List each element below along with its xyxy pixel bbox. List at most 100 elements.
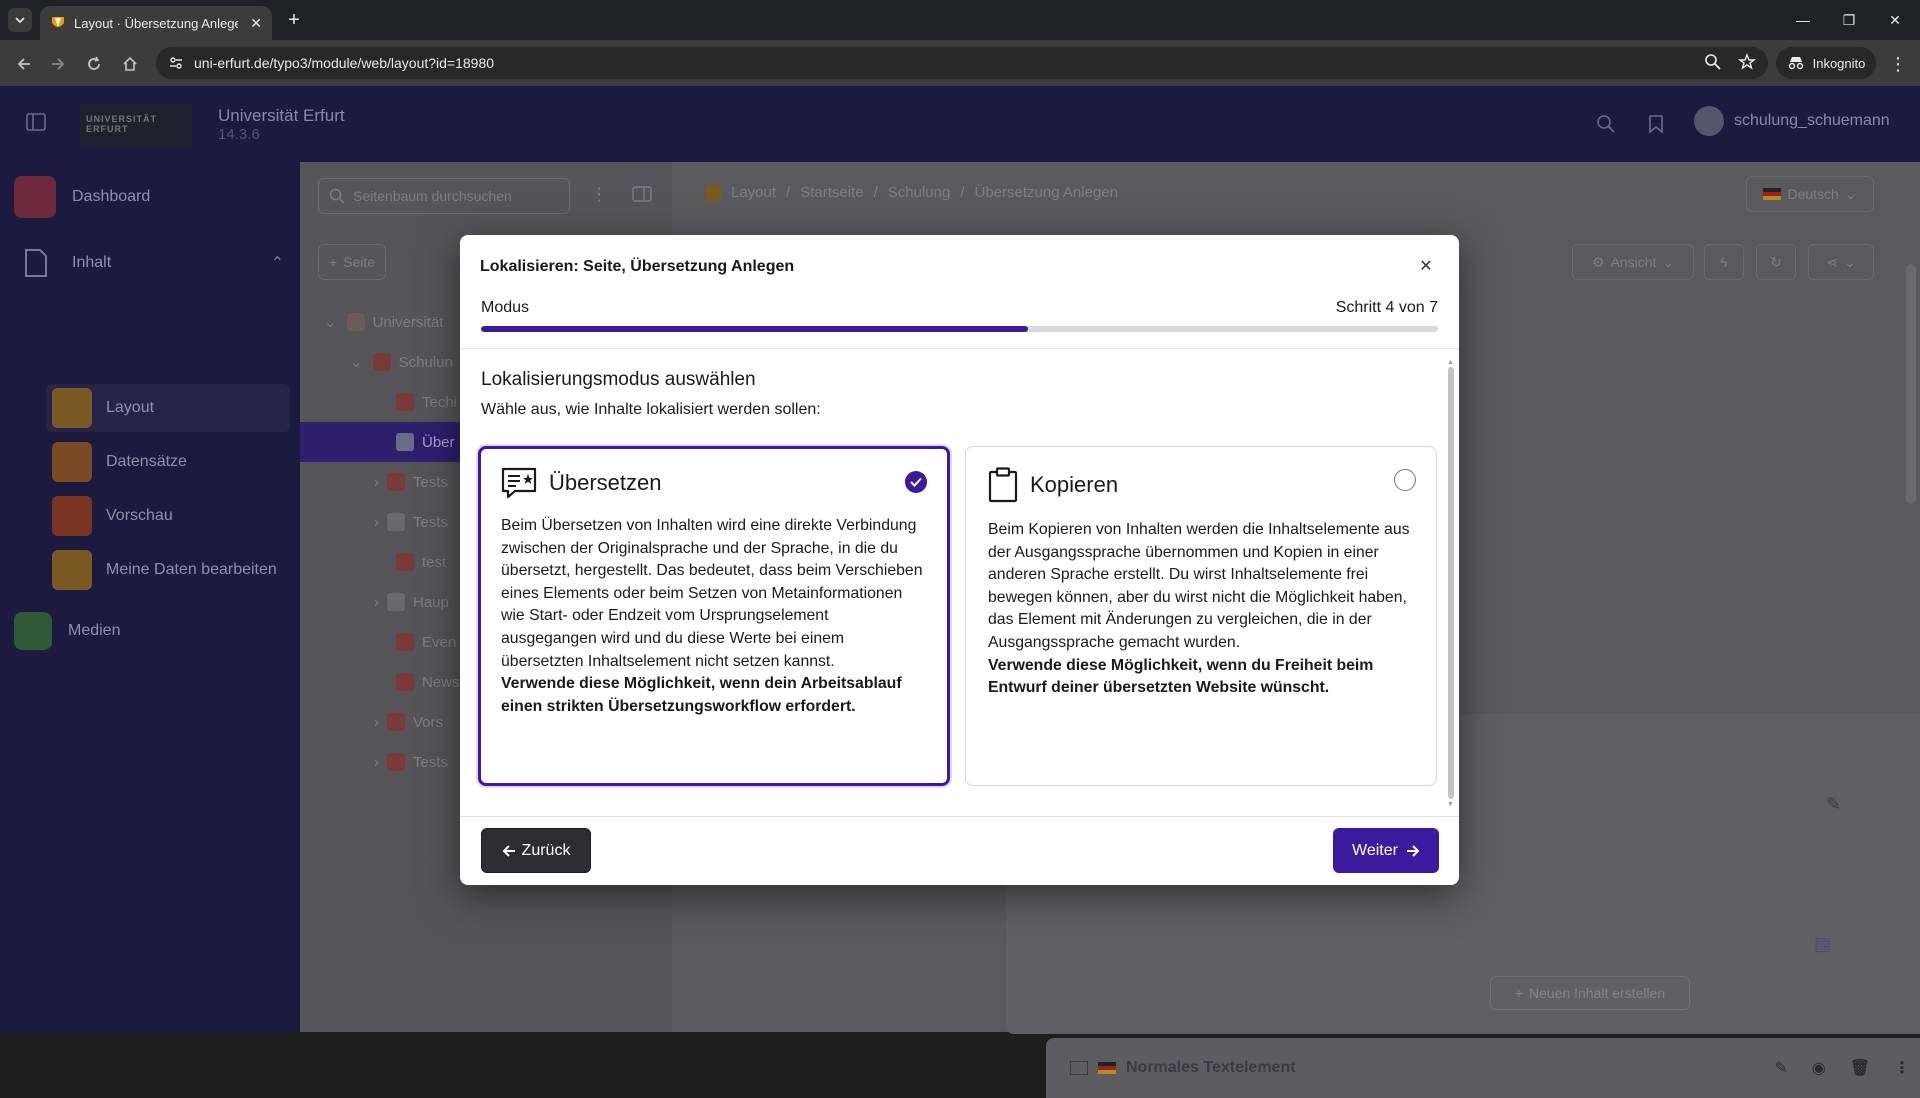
language-selector[interactable]: Deutsch ⌄	[1746, 176, 1874, 212]
breadcrumb-separator: /	[873, 184, 878, 201]
reload-icon[interactable]	[80, 50, 108, 78]
folder-icon	[387, 593, 405, 611]
new-content-label: Neuen Inhalt erstellen	[1528, 985, 1666, 1001]
edit-column-icon[interactable]: ▤	[1814, 934, 1831, 955]
clear-cache-button[interactable]: ϟ	[1704, 244, 1744, 280]
typo3-version: 14.3.6	[218, 126, 260, 143]
chevron-right-icon: ›	[374, 473, 379, 491]
back-button[interactable]: Zurück	[481, 828, 591, 873]
german-flag-icon	[1763, 188, 1782, 200]
modal-header: Lokalisieren: Seite, Übersetzung Anlegen…	[460, 235, 1459, 300]
bookmark-star-icon[interactable]	[1738, 53, 1756, 71]
page-icon	[396, 633, 414, 651]
chevron-down-icon: ⌄	[1662, 253, 1675, 270]
new-tab-button[interactable]: +	[282, 8, 306, 32]
option-title: Kopieren	[1030, 472, 1119, 497]
option-title: Übersetzen	[549, 470, 662, 495]
close-icon[interactable]: ✕	[1415, 255, 1437, 277]
minimize-button[interactable]: —	[1780, 0, 1826, 40]
page-scrollbar[interactable]	[1906, 264, 1916, 504]
tree-item-label: Schulun	[398, 353, 453, 371]
browser-menu-icon[interactable]: ⋮	[1886, 50, 1910, 78]
module-layout[interactable]: Layout	[46, 384, 290, 432]
forward-arrow-icon[interactable]	[44, 50, 72, 78]
chevron-right-icon: ›	[374, 593, 379, 611]
tab-search-button[interactable]	[8, 8, 32, 32]
module-label: Datensätze	[106, 453, 187, 470]
university-logo[interactable]: UNIVERSITÄT ERFURT	[80, 104, 192, 146]
user-settings-icon	[52, 550, 92, 590]
incognito-indicator[interactable]: Inkognito	[1776, 47, 1876, 79]
logo-text: UNIVERSITÄT ERFURT	[86, 114, 158, 134]
bookmark-icon[interactable]	[1642, 110, 1670, 138]
avatar	[1694, 106, 1724, 136]
tree-search-input[interactable]: Seitenbaum durchsuchen	[318, 178, 570, 214]
tab-close-icon[interactable]: ✕	[250, 15, 262, 32]
module-meine-daten[interactable]: Meine Daten bearbeiten	[46, 546, 290, 594]
breadcrumb-item[interactable]: Übersetzung Anlegen	[975, 184, 1118, 201]
module-label: Layout	[106, 399, 155, 416]
module-datensaetze[interactable]: Datensätze	[46, 438, 290, 486]
radio-selected[interactable]	[905, 471, 927, 493]
module-medien[interactable]: Medien	[14, 612, 120, 650]
tree-collapse-icon[interactable]	[632, 186, 652, 202]
breadcrumb-item[interactable]: Startseite	[800, 184, 863, 201]
tree-item-label: News	[422, 673, 460, 691]
arrow-left-icon	[502, 844, 515, 857]
modal-title: Lokalisieren: Seite, Übersetzung Anlegen	[480, 258, 795, 275]
checkmark-icon	[910, 477, 922, 487]
layout-icon	[52, 388, 92, 428]
browser-tabbar: Layout · Übersetzung Anlegen ✕ + — ❐ ✕	[0, 0, 1920, 40]
toggle-visibility-icon[interactable]: ◉	[1812, 1058, 1826, 1078]
restore-button[interactable]: ❐	[1826, 0, 1872, 40]
username: schulung_schuemann	[1734, 112, 1890, 129]
localization-modal: Lokalisieren: Seite, Übersetzung Anlegen…	[460, 235, 1459, 885]
next-button[interactable]: Weiter	[1333, 828, 1439, 873]
scroll-up-icon[interactable]: ▲	[1447, 359, 1454, 366]
new-content-button[interactable]: + Neuen Inhalt erstellen	[1490, 976, 1690, 1010]
option-copy[interactable]: Kopieren Beim Kopieren von Inhalten werd…	[965, 446, 1437, 786]
share-button[interactable]: ⋖ ⌄	[1808, 244, 1874, 280]
list-icon	[52, 442, 92, 482]
tree-menu-icon[interactable]: ⋮	[590, 184, 608, 205]
edit-pencil-icon[interactable]: ✎	[1774, 1058, 1787, 1078]
search-icon	[329, 188, 345, 204]
option-translate[interactable]: Übersetzen Beim Übersetzen von Inhalten …	[478, 446, 950, 786]
sidebar-toggle-icon[interactable]	[22, 108, 50, 136]
page-icon	[387, 513, 405, 531]
new-page-label: Seite	[343, 254, 376, 270]
breadcrumb-item[interactable]: Layout	[731, 184, 776, 201]
new-page-button[interactable]: + Seite	[318, 244, 387, 280]
module-group-inhalt[interactable]: Inhalt ⌃	[14, 242, 284, 284]
user-menu[interactable]: schulung_schuemann	[1694, 106, 1890, 136]
more-icon[interactable]: ⋮	[1894, 1058, 1910, 1078]
home-icon[interactable]	[116, 50, 144, 78]
back-arrow-icon[interactable]	[10, 50, 38, 78]
site-info-icon[interactable]	[168, 55, 184, 71]
radio-unselected[interactable]	[1394, 469, 1416, 491]
page-icon	[396, 673, 414, 691]
zoom-icon[interactable]	[1704, 53, 1722, 71]
next-label: Weiter	[1352, 841, 1398, 859]
backend-topbar: UNIVERSITÄT ERFURT Universität Erfurt 14…	[0, 86, 1920, 162]
trash-icon[interactable]: 🗑	[1850, 1058, 1870, 1078]
close-window-button[interactable]: ✕	[1872, 0, 1918, 40]
browser-tab[interactable]: Layout · Übersetzung Anlegen ✕	[40, 6, 272, 40]
module-vorschau[interactable]: Vorschau	[46, 492, 290, 540]
tree-item-label: Über	[422, 433, 455, 451]
breadcrumb-item[interactable]: Schulung	[888, 184, 951, 201]
browser-toolbar: uni-erfurt.de/typo3/module/web/layout?id…	[0, 40, 1920, 86]
tree-item-label: Even	[422, 633, 457, 651]
address-bar[interactable]: uni-erfurt.de/typo3/module/web/layout?id…	[156, 47, 1768, 79]
module-dashboard[interactable]: Dashboard	[14, 176, 150, 218]
reload-button[interactable]: ↻	[1756, 244, 1796, 280]
plus-icon: +	[1514, 985, 1523, 1001]
module-label: Dashboard	[72, 188, 151, 205]
search-icon[interactable]	[1592, 110, 1620, 138]
modal-scrollbar[interactable]: ▲ ▼	[1447, 359, 1455, 808]
view-button[interactable]: ⚙ Ansicht ⌄	[1572, 244, 1694, 280]
tree-item-label: Techi	[422, 393, 458, 411]
scroll-thumb[interactable]	[1448, 367, 1454, 799]
scroll-down-icon[interactable]: ▼	[1447, 801, 1454, 808]
edit-pencil-icon[interactable]: ✎	[1826, 794, 1841, 815]
